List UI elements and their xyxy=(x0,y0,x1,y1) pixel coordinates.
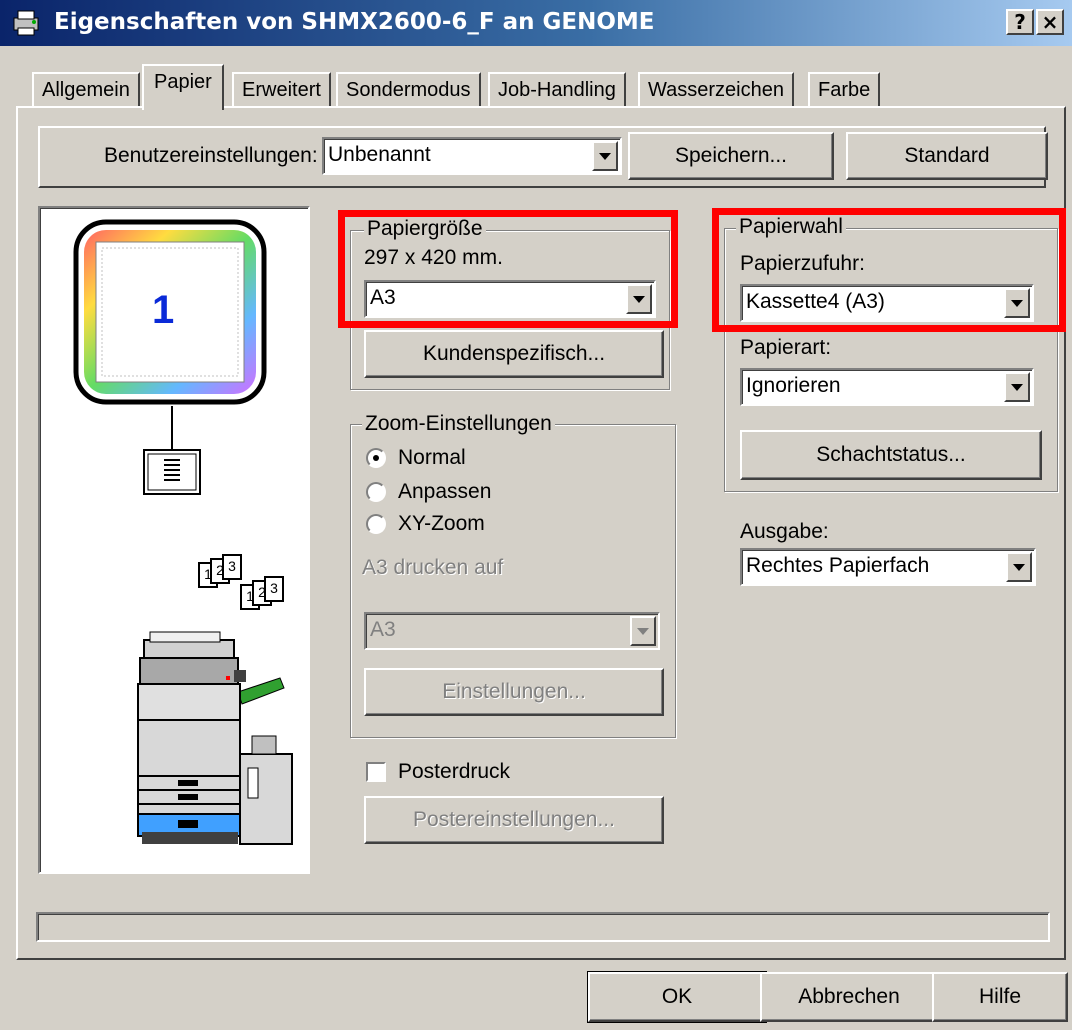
help-button[interactable]: ? xyxy=(1006,9,1034,35)
document-icon xyxy=(143,449,201,495)
paper-size-value: A3 xyxy=(370,286,396,309)
zoom-fit-label[interactable]: Anpassen xyxy=(398,480,491,504)
dropdown-arrow-icon[interactable] xyxy=(630,616,656,646)
user-settings-select[interactable]: Unbenannt xyxy=(322,137,622,175)
dropdown-arrow-icon[interactable] xyxy=(1004,288,1030,318)
dropdown-arrow-icon[interactable] xyxy=(592,141,618,171)
dropdown-arrow-icon[interactable] xyxy=(1006,552,1032,582)
printer-icon xyxy=(13,10,39,36)
print-on-label: A3 drucken auf xyxy=(362,556,504,579)
paper-type-value: Ignorieren xyxy=(746,374,841,397)
collate-icon: 1 2 3 1 2 3 xyxy=(198,548,298,610)
default-button[interactable]: Standard xyxy=(846,132,1048,180)
output-select[interactable]: Rechtes Papierfach xyxy=(740,548,1036,586)
tray-status-button[interactable]: Schachtstatus... xyxy=(740,430,1042,480)
poster-settings-button[interactable]: Postereinstellungen... xyxy=(364,796,664,844)
collate-label: 3 xyxy=(222,554,242,580)
page-number: 1 xyxy=(152,288,175,332)
paper-size-dimensions: 297 x 420 mm. xyxy=(364,246,503,269)
ok-button[interactable]: OK xyxy=(587,971,767,1023)
save-button[interactable]: Speichern... xyxy=(628,132,834,180)
output-label: Ausgabe: xyxy=(740,520,829,543)
user-settings-label: Benutzereinstellungen: xyxy=(104,144,318,167)
paper-type-select[interactable]: Ignorieren xyxy=(740,368,1034,406)
radio-dot xyxy=(373,455,379,461)
user-settings-value: Unbenannt xyxy=(328,143,431,166)
copier-icon xyxy=(137,631,293,845)
tab-papier[interactable]: Papier xyxy=(142,64,224,110)
output-value: Rechtes Papierfach xyxy=(746,554,930,577)
zoom-normal-radio[interactable] xyxy=(366,448,386,468)
zoom-xy-label[interactable]: XY-Zoom xyxy=(398,512,485,536)
tab-sondermodus[interactable]: Sondermodus xyxy=(336,72,481,108)
zoom-settings-button[interactable]: Einstellungen... xyxy=(364,668,664,716)
paper-size-group-title: Papiergröße xyxy=(364,217,486,241)
zoom-normal-label[interactable]: Normal xyxy=(398,446,466,470)
tab-job-handling[interactable]: Job-Handling xyxy=(488,72,626,108)
paper-source-select[interactable]: Kassette4 (A3) xyxy=(740,284,1034,322)
dropdown-arrow-icon[interactable] xyxy=(626,284,652,314)
custom-size-button[interactable]: Kundenspezifisch... xyxy=(364,330,664,378)
zoom-group-title: Zoom-Einstellungen xyxy=(362,412,555,436)
paper-select-group-title: Papierwahl xyxy=(736,215,846,239)
zoom-fit-radio[interactable] xyxy=(366,482,386,502)
poster-label[interactable]: Posterdruck xyxy=(398,760,510,784)
zoom-xy-radio[interactable] xyxy=(366,514,386,534)
tab-allgemein[interactable]: Allgemein xyxy=(32,72,140,108)
print-on-select[interactable]: A3 xyxy=(364,612,660,650)
close-button[interactable]: × xyxy=(1036,9,1064,35)
paper-size-select[interactable]: A3 xyxy=(364,280,656,318)
tab-farbe[interactable]: Farbe xyxy=(808,72,881,108)
poster-checkbox[interactable] xyxy=(366,762,386,782)
help-footer-button[interactable]: Hilfe xyxy=(932,972,1068,1022)
paper-source-label: Papierzufuhr: xyxy=(740,252,865,275)
tab-erweitert[interactable]: Erweitert xyxy=(232,72,331,108)
status-strip xyxy=(36,912,1050,942)
collate-label: 3 xyxy=(264,576,284,602)
dropdown-arrow-icon[interactable] xyxy=(1004,372,1030,402)
cancel-button[interactable]: Abbrechen xyxy=(760,972,938,1022)
tab-wasserzeichen[interactable]: Wasserzeichen xyxy=(638,72,794,108)
paper-type-label: Papierart: xyxy=(740,336,832,359)
window-title: Eigenschaften von SHMX2600-6_F an GENOME xyxy=(54,9,655,35)
paper-source-value: Kassette4 (A3) xyxy=(746,290,885,313)
print-on-value: A3 xyxy=(370,618,396,641)
connector-line xyxy=(171,406,173,450)
